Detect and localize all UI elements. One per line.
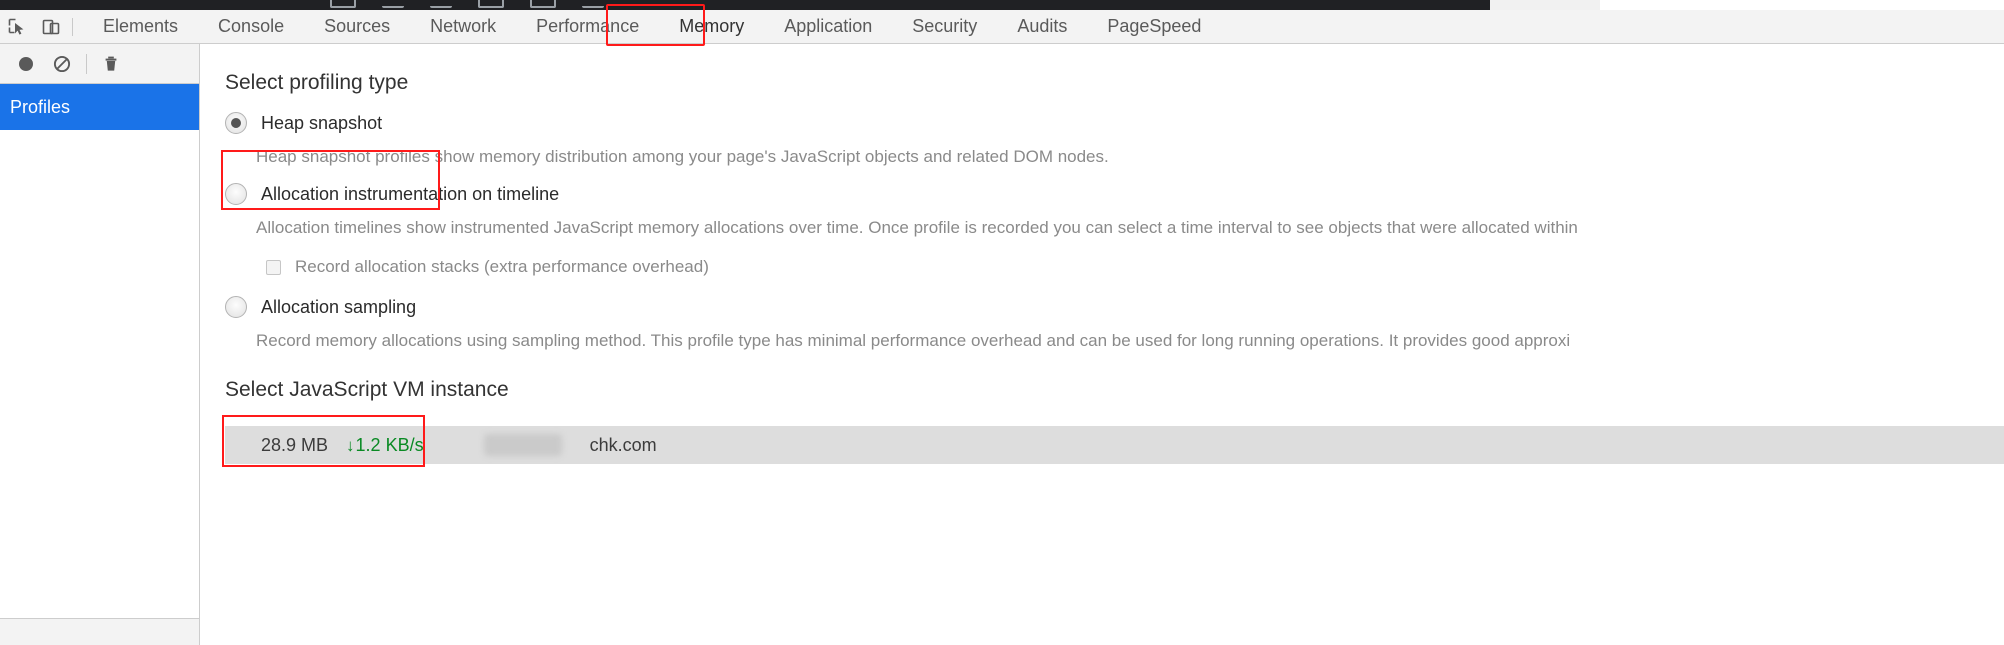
chrome-icon-3 — [430, 2, 452, 8]
browser-chrome-icons — [330, 0, 604, 8]
allocation-instrumentation-description: Allocation timelines show instrumented J… — [256, 218, 1578, 237]
record-allocation-stacks-box[interactable] — [266, 259, 281, 275]
tab-memory[interactable]: Memory — [659, 10, 764, 44]
radio-allocation-sampling[interactable]: Allocation sampling — [225, 296, 416, 318]
clear-button[interactable] — [44, 47, 80, 81]
tab-security[interactable]: Security — [892, 10, 997, 44]
tab-performance[interactable]: Performance — [516, 10, 659, 44]
tab-pagespeed-label: PageSpeed — [1107, 16, 1202, 36]
heap-snapshot-description: Heap snapshot profiles show memory distr… — [256, 147, 1109, 166]
profiles-toolbar-divider — [86, 53, 87, 74]
vm-instance-domain: chk.com — [589, 434, 657, 455]
memory-profiling-panel: Select profiling type Heap snapshot Heap… — [201, 44, 2004, 645]
chrome-strip-far-right-gap — [1600, 0, 2004, 10]
tab-application[interactable]: Application — [764, 10, 892, 44]
sidebar-footer — [0, 618, 199, 645]
tab-performance-label: Performance — [536, 16, 640, 36]
chrome-strip-right-gap — [1490, 0, 1600, 10]
toolbar-divider — [72, 17, 73, 36]
tab-security-label: Security — [912, 16, 978, 36]
vm-instance-size: 28.9 MB — [261, 434, 329, 455]
tab-elements[interactable]: Elements — [83, 10, 198, 44]
devtools-tabbar: Elements Console Sources Network Perform… — [0, 10, 2004, 44]
radio-heap-snapshot[interactable]: Heap snapshot — [225, 112, 382, 134]
device-toolbar-icon[interactable] — [34, 12, 68, 42]
radio-heap-snapshot-dot[interactable] — [225, 112, 247, 134]
tab-audits-label: Audits — [1017, 16, 1068, 36]
tab-audits[interactable]: Audits — [997, 10, 1087, 44]
tab-network[interactable]: Network — [410, 10, 516, 44]
tab-application-label: Application — [784, 16, 873, 36]
tab-pagespeed[interactable]: PageSpeed — [1087, 10, 1221, 44]
record-button[interactable] — [8, 47, 44, 81]
vm-instance-rate-value: 1.2 KB/s — [355, 434, 424, 455]
chrome-icon-5 — [530, 0, 556, 8]
delete-button[interactable] — [93, 47, 129, 81]
tab-network-label: Network — [430, 16, 497, 36]
profiles-sidebar: Profiles — [0, 44, 200, 645]
profiles-toolbar — [0, 44, 199, 84]
radio-allocation-instrumentation-label: Allocation instrumentation on timeline — [261, 183, 560, 204]
tab-elements-label: Elements — [103, 16, 179, 36]
sidebar-item-profiles-label: Profiles — [10, 96, 71, 117]
radio-allocation-instrumentation[interactable]: Allocation instrumentation on timeline — [225, 183, 559, 205]
sidebar-item-profiles[interactable]: Profiles — [0, 84, 199, 130]
allocation-sampling-description: Record memory allocations using sampling… — [256, 331, 1571, 350]
vm-instance-rate: ↓ 1.2 KB/s — [346, 435, 424, 456]
vm-instance-row[interactable]: 28.9 MB ↓ 1.2 KB/s chk.com — [225, 426, 2004, 464]
download-arrow-icon: ↓ — [346, 435, 355, 455]
profiling-type-heading: Select profiling type — [225, 71, 409, 94]
checkbox-record-allocation-stacks[interactable]: Record allocation stacks (extra performa… — [266, 257, 709, 277]
tab-console[interactable]: Console — [198, 10, 304, 44]
inspect-element-icon[interactable] — [0, 12, 34, 42]
chrome-icon-4 — [478, 0, 504, 8]
record-allocation-stacks-label: Record allocation stacks (extra performa… — [295, 257, 709, 276]
tab-sources-label: Sources — [324, 16, 391, 36]
vm-instance-redacted-favicon — [483, 434, 562, 456]
chrome-icon-2 — [382, 2, 404, 8]
radio-allocation-instrumentation-dot[interactable] — [225, 183, 247, 205]
radio-allocation-sampling-dot[interactable] — [225, 296, 247, 318]
radio-allocation-sampling-label: Allocation sampling — [261, 296, 417, 317]
tab-sources[interactable]: Sources — [304, 10, 410, 44]
chrome-icon-6 — [582, 2, 604, 8]
chrome-icon-1 — [330, 0, 356, 8]
radio-heap-snapshot-label: Heap snapshot — [261, 112, 383, 133]
vm-instance-heading: Select JavaScript VM instance — [225, 378, 509, 401]
tab-memory-label: Memory — [679, 16, 745, 36]
tab-console-label: Console — [218, 16, 285, 36]
